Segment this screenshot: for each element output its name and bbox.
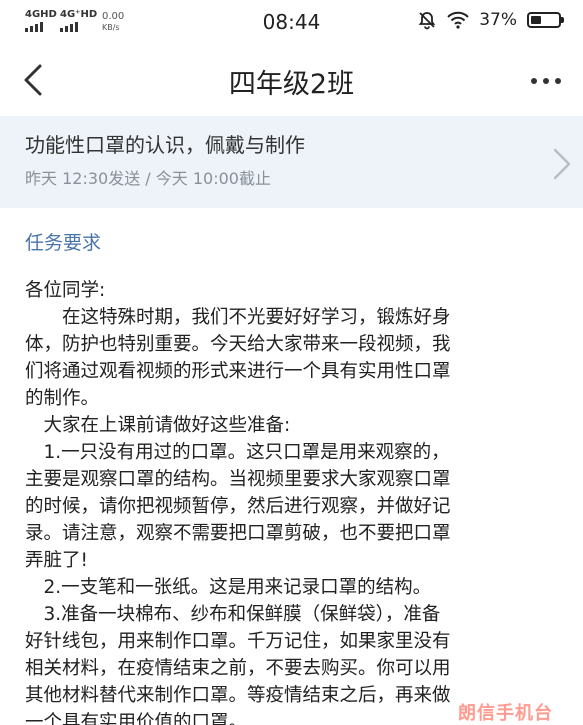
battery-icon [527,12,564,28]
body-line: 好针线包，用来制作口罩。千万记住，如果家里没有 [25,631,451,652]
body-line: 弄脏了! [25,550,88,571]
wifi-icon [447,11,469,29]
body-line: 1.一只没有用过的口罩。这只口罩是用来观察的， [25,442,450,463]
more-options-button[interactable] [521,66,571,96]
assignment-header[interactable]: 功能性口罩的认识，佩戴与制作 昨天 12:30发送 / 今天 10:00截止 [0,116,583,208]
body-line: 大家在上课前请做好这些准备: [25,415,291,436]
body-line: 录。请注意，观察不需要把口罩剪破，也不要把口罩 [25,523,451,544]
body-line: 体，防护也特别重要。今天给大家带来一段视频，我 [25,334,451,355]
section-heading: 任务要求 [25,232,102,254]
watermark: 朗信手机台 [458,703,553,724]
assignment-time-info: 昨天 12:30发送 / 今天 10:00截止 [25,169,271,188]
assignment-title: 功能性口罩的认识，佩戴与制作 [25,133,305,157]
mute-bell-icon [418,12,436,30]
chevron-right-icon [553,148,571,180]
body-line: 们将通过观看视频的形式来进行一个具有实用性口罩 [25,361,451,382]
task-content: 任务要求 各位同学: 在这特殊时期，我们不光要好好学习，锻炼好身 体，防护也特别… [0,208,583,725]
body-line: 2.一支笔和一张纸。这是用来记录口罩的结构。 [25,577,432,598]
nav-bar: 四年级2班 [0,44,583,116]
dot-icon [543,78,549,84]
body-line: 相关材料，在疫情结束之前，不要去购买。你可以用 [25,658,451,679]
task-body: 各位同学: 在这特殊时期，我们不光要好好学习，锻炼好身 体，防护也特别重要。今天… [25,277,558,725]
dot-icon [555,78,561,84]
body-line: 的制作。 [25,388,100,409]
body-line: 在这特殊时期，我们不光要好好学习，锻炼好身 [25,307,451,328]
body-line: 各位同学: [25,280,106,301]
status-right: 37% [417,10,564,30]
body-line: 3.准备一块棉布、纱布和保鲜膜（保鲜袋），准备 [25,604,441,625]
status-bar: 4GHD 4G⁺HD 0.00 KB/s 08:44 37% [0,0,583,44]
battery-percent: 37% [479,10,517,30]
page-title: 四年级2班 [228,69,355,100]
dot-icon [531,78,537,84]
body-line: 的时候，请你把视频暂停，然后进行观察，并做好记 [25,496,451,517]
body-line: 主要是观察口罩的结构。当视频里要求大家观察口罩 [25,469,451,490]
